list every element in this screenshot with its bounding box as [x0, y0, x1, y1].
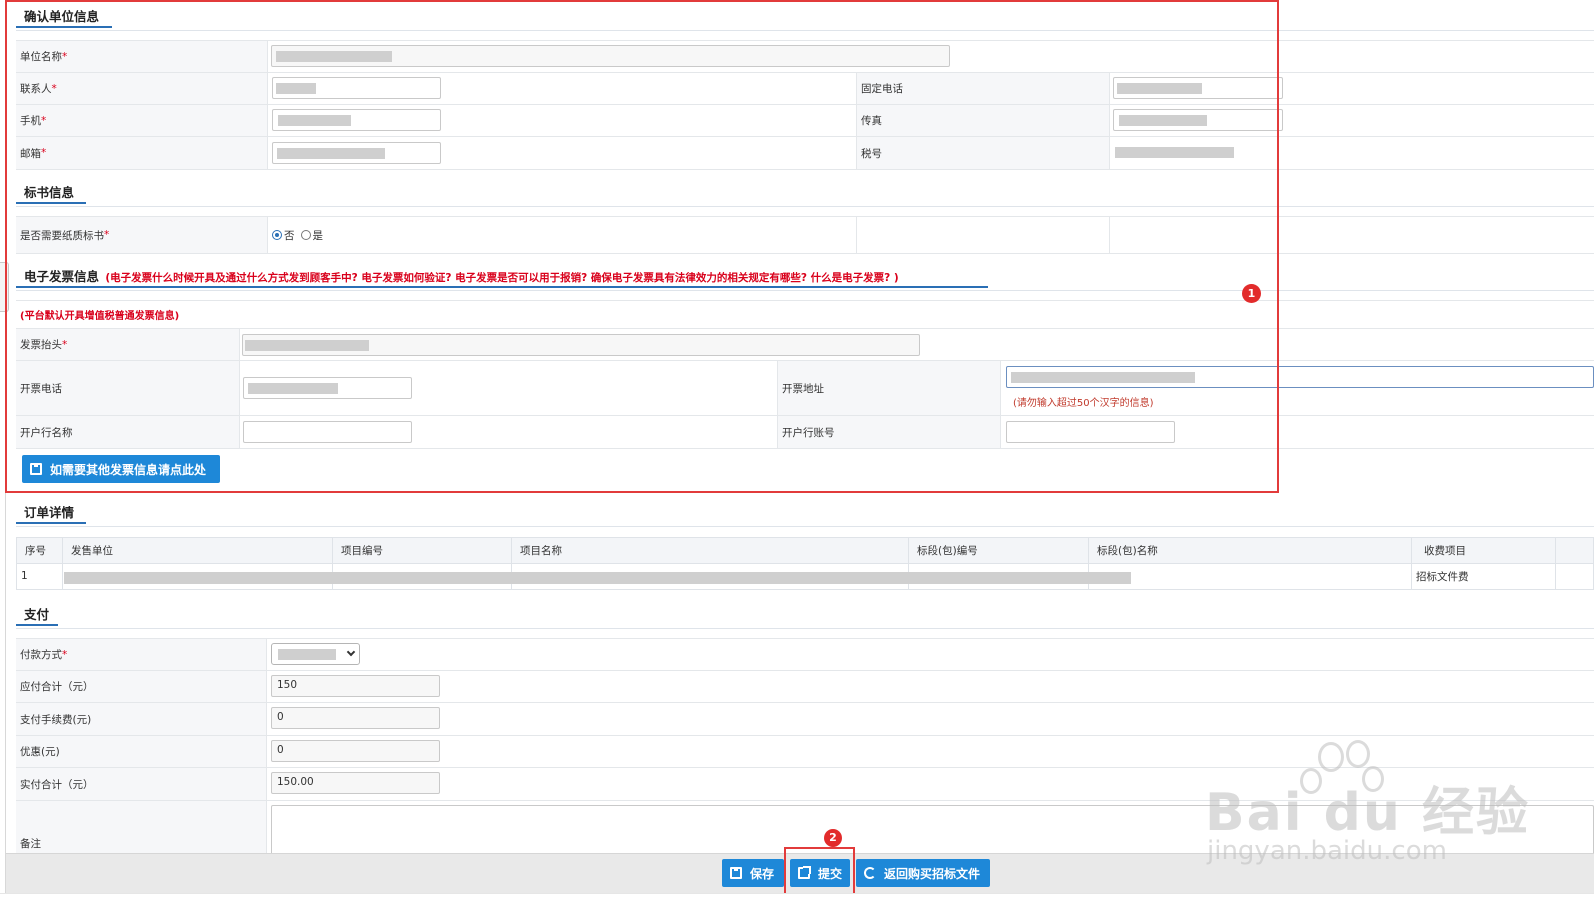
pay-method-select[interactable] [271, 643, 360, 665]
col-header-section-no: 标段(包)编号 [909, 538, 1089, 563]
col-header-index: 序号 [17, 538, 63, 563]
return-icon [864, 867, 876, 879]
redacted-value [278, 649, 336, 660]
browser-status-bar [0, 893, 1594, 921]
annotation-marker-2: 2 [824, 829, 842, 847]
section-title-payment: 支付 [16, 600, 58, 626]
payable-label: 应付合计（元） [16, 671, 267, 702]
discount-label: 优惠(元) [16, 736, 267, 767]
discount-input[interactable]: 0 [271, 740, 440, 762]
chevron-down-icon [346, 647, 356, 657]
pay-method-label: 付款方式 * [16, 639, 267, 670]
annotation-highlight-2 [784, 847, 855, 896]
section-divider [16, 526, 1594, 527]
col-header-project-name: 项目名称 [512, 538, 909, 563]
fee-label: 支付手续费(元) [16, 703, 267, 735]
watermark-paw-icon [1318, 742, 1344, 772]
row-index: 1 [17, 563, 63, 589]
watermark-url: jingyan.baidu.com [1207, 836, 1447, 866]
payable-input[interactable]: 150 [271, 675, 440, 697]
save-icon [730, 867, 742, 879]
watermark-brand: Bai du 经验 [1205, 783, 1530, 843]
order-confirmation-page: 确认单位信息 单位名称 * 联系人 * 固定电话 手机 * 传真 邮箱 * 税号… [0, 0, 1594, 921]
actual-total-label: 实付合计（元） [16, 768, 267, 800]
form-row-pay-method: 付款方式 * [16, 638, 1594, 671]
remark-label: 备注 [16, 801, 267, 861]
row-section-name [1089, 563, 1412, 589]
order-table-header: 序号 发售单位 项目编号 项目名称 标段(包)编号 标段(包)名称 收费项目 [16, 537, 1594, 564]
form-row-fee: 支付手续费(元) [16, 703, 1594, 736]
section-divider [16, 628, 1594, 629]
section-underline [16, 624, 58, 626]
annotation-marker-1: 1 [1242, 284, 1261, 303]
col-header-seller: 发售单位 [63, 538, 333, 563]
col-header-project-no: 项目编号 [333, 538, 512, 563]
section-underline [16, 522, 86, 524]
actual-total-input[interactable]: 150.00 [271, 772, 440, 794]
col-header-fee-item: 收费项目 [1412, 538, 1556, 563]
section-title-order-detail: 订单详情 [16, 498, 86, 524]
annotation-highlight-1 [5, 0, 1279, 493]
redacted-order-details [64, 572, 1131, 584]
return-button[interactable]: 返回购买招标文件 [856, 859, 990, 887]
save-button[interactable]: 保存 [722, 859, 784, 887]
form-row-payable: 应付合计（元） [16, 671, 1594, 703]
watermark-paw-icon [1346, 740, 1370, 768]
fee-input[interactable]: 0 [271, 707, 440, 729]
row-fee-item: 招标文件费 [1412, 563, 1556, 589]
col-header-section-name: 标段(包)名称 [1089, 538, 1412, 563]
